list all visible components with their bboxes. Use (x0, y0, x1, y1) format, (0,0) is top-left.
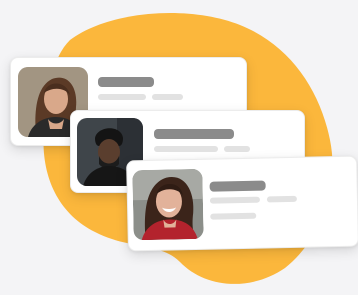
detail-placeholder (209, 196, 260, 204)
detail-placeholder (224, 146, 250, 152)
detail-placeholder (154, 146, 218, 152)
profile-card (126, 155, 358, 252)
profile-photo (132, 168, 204, 241)
detail-placeholder (210, 212, 257, 220)
smiling-woman-red-top-photo (132, 168, 204, 241)
detail-placeholder (266, 195, 297, 203)
name-placeholder (154, 129, 234, 139)
illustration-stage (0, 0, 358, 295)
detail-placeholder (98, 94, 146, 100)
name-placeholder (209, 180, 266, 192)
name-placeholder (98, 77, 154, 87)
detail-placeholder (152, 94, 183, 100)
